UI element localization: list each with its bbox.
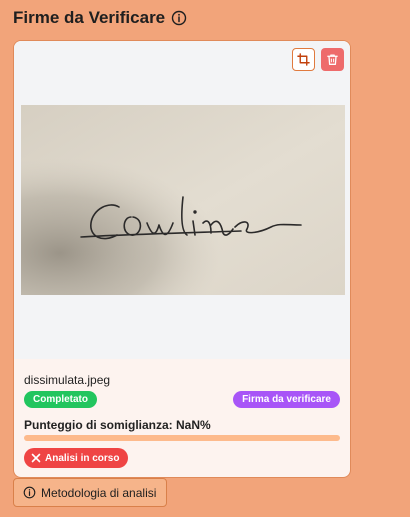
score-progress-bar — [24, 435, 340, 441]
signature-card: dissimulata.jpeg Completato Firma da ver… — [13, 40, 351, 478]
analysis-in-progress-button[interactable]: Analisi in corso — [24, 448, 129, 468]
analysis-methodology-button[interactable]: Metodologia di analisi — [13, 478, 168, 507]
info-circle-icon[interactable] — [171, 10, 187, 26]
analysis-button-label: Analisi in corso — [45, 452, 120, 464]
info-circle-icon — [23, 486, 36, 499]
crop-button[interactable] — [292, 48, 315, 71]
similarity-score: Punteggio di somiglianza: NaN% — [24, 418, 211, 432]
type-badge: Firma da verificare — [233, 391, 340, 408]
image-preview-area — [14, 41, 350, 359]
page-title: Firme da Verificare — [13, 8, 166, 27]
status-badge: Completato — [24, 391, 97, 408]
signature-image — [21, 105, 345, 295]
methodology-button-label: Metodologia di analisi — [41, 485, 157, 500]
crop-icon — [297, 53, 310, 66]
file-name: dissimulata.jpeg — [24, 373, 111, 387]
page-header: Firme da Verificare — [13, 8, 187, 28]
trash-icon — [327, 54, 338, 65]
delete-button[interactable] — [321, 48, 344, 71]
x-icon — [31, 453, 41, 463]
